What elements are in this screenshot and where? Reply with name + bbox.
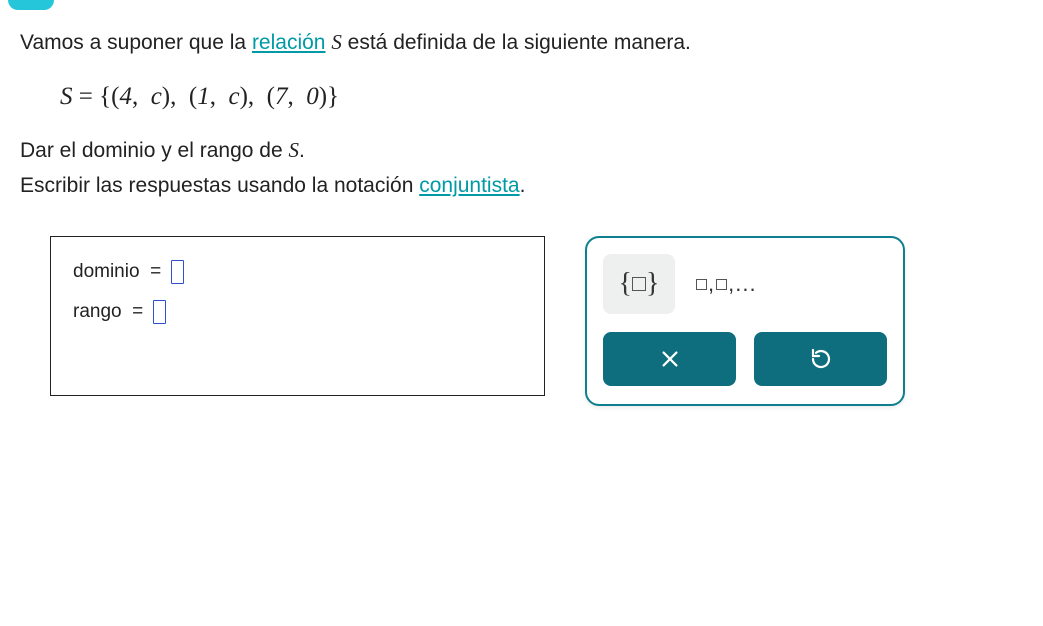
input-palette: {} ,,... [585, 236, 905, 406]
rango-input[interactable] [153, 300, 166, 324]
intro-var: S [331, 30, 342, 54]
palette-symbol-row: {} ,,... [603, 254, 887, 314]
intro-line: Vamos a suponer que la relación S está d… [20, 26, 1023, 60]
work-area: dominio = rango = {} ,,... [50, 236, 1023, 406]
close-icon [659, 348, 681, 370]
set-braces-button[interactable]: {} [603, 254, 675, 314]
dominio-input[interactable] [171, 260, 184, 284]
instruction-1: Dar el dominio y el rango de S. [20, 134, 1023, 168]
placeholder-icon [632, 277, 646, 291]
palette-action-row [603, 332, 887, 386]
status-tab [8, 0, 54, 10]
placeholder-icon [716, 279, 727, 290]
instr1-var: S [288, 138, 299, 162]
problem-content: Vamos a suponer que la relación S está d… [0, 0, 1043, 426]
instr2-pre: Escribir las respuestas usando la notaci… [20, 174, 419, 197]
instr1-pre: Dar el dominio y el rango de [20, 139, 288, 162]
undo-icon [809, 347, 833, 371]
placeholder-icon [696, 279, 707, 290]
reset-button[interactable] [754, 332, 887, 386]
instruction-2: Escribir las respuestas usando la notaci… [20, 170, 1023, 203]
set-notation-link[interactable]: conjuntista [419, 174, 519, 197]
intro-post: está definida de la siguiente manera. [342, 31, 691, 54]
intro-pre: Vamos a suponer que la [20, 31, 252, 54]
clear-button[interactable] [603, 332, 736, 386]
dominio-label: dominio = [73, 257, 161, 286]
answer-box: dominio = rango = [50, 236, 545, 396]
dominio-row: dominio = [73, 257, 522, 286]
relation-link[interactable]: relación [252, 31, 326, 54]
rango-label: rango = [73, 297, 143, 326]
rango-row: rango = [73, 297, 522, 326]
list-button[interactable]: ,,... [689, 254, 763, 314]
instr2-post: . [520, 174, 526, 197]
instr1-post: . [299, 139, 305, 162]
set-definition: S = {(4, c), (1, c), (7, 0)} [60, 78, 1023, 117]
